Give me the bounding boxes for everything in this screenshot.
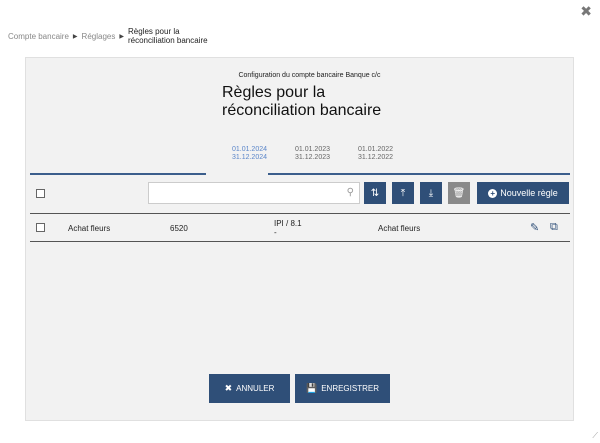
cancel-button[interactable]: ✖ ANNULER xyxy=(209,374,290,403)
page-title-line1: Règles pour la xyxy=(222,84,326,101)
rule-description: Achat fleurs xyxy=(378,224,421,233)
save-icon: 💾 xyxy=(305,383,318,393)
cancel-label: ANNULER xyxy=(236,384,275,393)
period-to: 31.12.2022 xyxy=(357,154,394,161)
breadcrumb-current-line1: Règles pour la xyxy=(127,27,180,36)
save-label: ENREGISTRER xyxy=(321,384,379,393)
search-icon: ⚲ xyxy=(346,187,354,198)
upload-icon: ⤒ xyxy=(400,187,406,199)
new-rule-label: Nouvelle règle xyxy=(500,188,558,198)
download-icon: ⤓ xyxy=(428,187,434,199)
edit-icon[interactable]: ✎ xyxy=(530,221,539,234)
rule-vat: IPI / 8.1 - xyxy=(274,219,302,237)
sort-button[interactable]: ⇅ xyxy=(364,182,386,204)
period-from: 01.01.2024 xyxy=(231,146,268,153)
tab-period-2023[interactable]: 01.01.2023 31.12.2023 xyxy=(281,146,344,162)
sort-icon: ⇅ xyxy=(370,187,380,199)
rule-account: 6520 xyxy=(170,224,188,233)
tab-period-2024[interactable]: 01.01.2024 31.12.2024 xyxy=(218,146,281,162)
rule-vat-detail: - xyxy=(274,228,277,237)
page-title-line2: réconciliation bancaire xyxy=(222,102,382,119)
new-rule-button[interactable]: + Nouvelle règle xyxy=(477,182,569,204)
period-from: 01.01.2023 xyxy=(294,146,331,153)
tab-underline xyxy=(30,173,206,175)
page-subtitle: Configuration du compte bancaire Banque … xyxy=(238,72,381,79)
breadcrumb-current: Règles pour la réconciliation bancaire xyxy=(128,27,223,45)
divider xyxy=(30,241,570,242)
table-row[interactable]: Achat fleurs 6520 IPI / 8.1 - Achat fleu… xyxy=(30,218,570,240)
download-button[interactable]: ⤓ xyxy=(420,182,442,204)
copy-icon[interactable]: ⧉ xyxy=(550,221,558,234)
breadcrumb: Compte bancaire ▶ Réglages ▶ Règles pour… xyxy=(8,27,223,45)
delete-button[interactable]: 🗑 xyxy=(448,182,470,204)
rule-vat-code: IPI / 8.1 xyxy=(274,219,302,228)
tab-period-2022[interactable]: 01.01.2022 31.12.2022 xyxy=(344,146,407,162)
row-checkbox[interactable] xyxy=(36,223,45,232)
period-tabs: 01.01.2024 31.12.2024 01.01.2023 31.12.2… xyxy=(218,146,407,162)
resize-handle-icon[interactable]: ⟋ xyxy=(592,431,598,441)
period-to: 31.12.2024 xyxy=(231,154,268,161)
select-all-checkbox[interactable] xyxy=(36,189,45,198)
breadcrumb-item-settings[interactable]: Réglages xyxy=(82,32,116,41)
search-input[interactable]: ⚲ xyxy=(148,182,360,204)
dialog-panel: Configuration du compte bancaire Banque … xyxy=(25,57,574,421)
tab-underline xyxy=(268,173,570,175)
breadcrumb-current-line2: réconciliation bancaire xyxy=(127,36,208,45)
save-button[interactable]: 💾 ENREGISTRER xyxy=(295,374,390,403)
upload-button[interactable]: ⤒ xyxy=(392,182,414,204)
trash-icon: 🗑 xyxy=(452,187,466,199)
rule-name: Achat fleurs xyxy=(68,224,111,233)
period-from: 01.01.2022 xyxy=(357,146,394,153)
page-title: Règles pour la réconciliation bancaire xyxy=(222,84,422,120)
chevron-right-icon: ▶ xyxy=(72,33,78,40)
close-icon: ✖ xyxy=(224,383,233,393)
period-to: 31.12.2023 xyxy=(294,154,331,161)
chevron-right-icon: ▶ xyxy=(119,33,124,40)
close-icon[interactable]: ✖ xyxy=(580,4,592,18)
divider xyxy=(30,213,570,214)
breadcrumb-item-bank-account[interactable]: Compte bancaire xyxy=(8,32,69,41)
plus-circle-icon: + xyxy=(488,188,498,198)
